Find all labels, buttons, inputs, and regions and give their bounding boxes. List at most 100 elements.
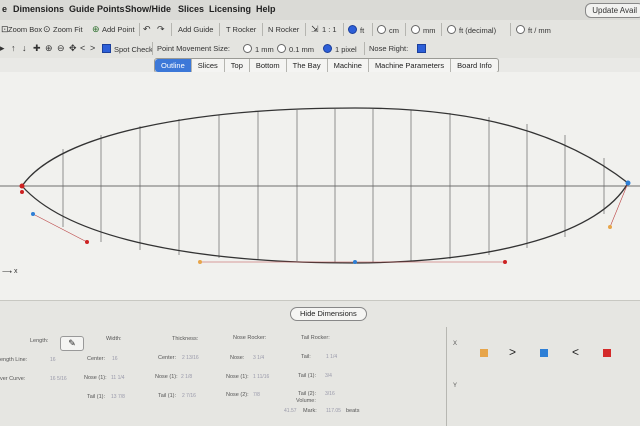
outline-canvas[interactable]: ⟶ x (0, 72, 640, 300)
move-1px-radio[interactable]: 1 pixel (323, 44, 357, 54)
nose-right-checkbox[interactable] (417, 44, 429, 54)
length-value: 16 (50, 357, 56, 363)
next-point-icon[interactable]: > (509, 345, 516, 359)
point-movement-label: Point Movement Size: (157, 44, 230, 53)
tab-board-info[interactable]: Board Info (451, 59, 498, 72)
zoom-out-icon[interactable]: ⊖ (57, 43, 65, 54)
nose-rocker-nose2-label: Nose (2): (226, 392, 249, 398)
nose-right-label: Nose Right: (369, 44, 409, 53)
add-point-icon[interactable]: ⊕ (92, 24, 100, 35)
red-point-swatch[interactable] (603, 349, 611, 357)
spot-check-toggle[interactable]: Spot Check (102, 44, 153, 54)
move-01mm-label: 0.1 mm (289, 45, 315, 54)
zoom-box-button[interactable]: Zoom Box (8, 25, 42, 34)
menu-help[interactable]: Help (256, 4, 276, 14)
menu-dimensions[interactable]: Dimensions (13, 4, 64, 14)
unit-mm-radio[interactable]: mm (411, 25, 436, 35)
tab-top[interactable]: Top (225, 59, 250, 72)
radio-selected-icon (348, 25, 357, 34)
pencil-icon[interactable]: ✎ (60, 336, 84, 351)
t-rocker-button[interactable]: T Rocker (226, 25, 256, 34)
radio-icon (243, 44, 252, 53)
arrow-right-icon[interactable]: ▸ (0, 43, 5, 54)
tab-the-bay[interactable]: The Bay (287, 59, 328, 72)
app-screen: e Dimensions Guide Points Show/Hide Slic… (0, 0, 640, 426)
guide-point[interactable] (608, 225, 612, 229)
nose-rocker-label: Nose Rocker: (233, 335, 267, 341)
unit-ft-radio[interactable]: ft (348, 25, 364, 35)
slice-lines (62, 109, 605, 262)
control-point[interactable] (353, 260, 357, 264)
thickness-center-label: Center: (158, 355, 177, 361)
unit-ft-mm-label: ft / mm (528, 26, 551, 35)
tab-machine[interactable]: Machine (328, 59, 369, 72)
width-nose1-value: 11 1/4 (111, 375, 125, 381)
zoom-fit-icon[interactable]: ⊙ (43, 24, 51, 35)
blue-point-swatch[interactable] (540, 349, 548, 357)
volume-label: Volume: (296, 398, 316, 404)
scale-icon: ⇲ (311, 24, 319, 34)
menu-licensing[interactable]: Licensing (209, 4, 251, 14)
hide-dimensions-button[interactable]: Hide Dimensions (290, 307, 367, 321)
toolbar-divider (262, 23, 263, 36)
tab-bottom[interactable]: Bottom (250, 59, 287, 72)
nose-control-point[interactable] (19, 183, 25, 189)
tab-machine-parameters[interactable]: Machine Parameters (369, 59, 452, 72)
add-guide-button[interactable]: Add Guide (178, 25, 213, 34)
menu-bar: e Dimensions Guide Points Show/Hide Slic… (0, 0, 640, 21)
thickness-center-value: 2 13/16 (182, 355, 199, 361)
tab-slices[interactable]: Slices (192, 59, 225, 72)
arrow-up-icon[interactable]: ↑ (11, 43, 16, 53)
radio-selected-icon (323, 44, 332, 53)
tab-outline[interactable]: Outline (155, 59, 192, 72)
menu-guide-points[interactable]: Guide Points (69, 4, 125, 14)
checkbox-checked-icon (102, 44, 111, 53)
view-tabs: Outline Slices Top Bottom The Bay Machin… (154, 58, 499, 73)
zoom-fit-button[interactable]: Zoom Fit (53, 25, 83, 34)
nose-rocker-nose2-value: 7/8 (253, 392, 260, 398)
tail-control-point[interactable] (625, 180, 631, 186)
tail-rocker-tail2-label: Tail (2): (298, 391, 317, 397)
nose-rocker-nose-value: 3 1/4 (253, 355, 265, 361)
update-available-button[interactable]: Update Avail (585, 3, 640, 18)
control-point[interactable] (20, 190, 24, 194)
y-coordinate-label: Y (453, 383, 458, 389)
toolbar-divider (171, 23, 172, 36)
toolbar-divider (441, 23, 442, 36)
chevron-left-icon[interactable]: < (80, 43, 85, 53)
menu-show-hide[interactable]: Show/Hide (125, 4, 171, 14)
menu-edit[interactable]: e (2, 4, 7, 14)
n-rocker-button[interactable]: N Rocker (268, 25, 299, 34)
move-icon[interactable]: ✚ (33, 43, 41, 54)
board-outline[interactable] (21, 107, 629, 264)
move-01mm-radio[interactable]: 0.1 mm (277, 44, 314, 54)
menu-slices[interactable]: Slices (178, 4, 204, 14)
guide-point[interactable] (198, 260, 202, 264)
over-curve-value: 16 5/16 (50, 376, 67, 382)
radio-icon (516, 25, 525, 34)
previous-point-icon[interactable]: < (572, 345, 579, 359)
toolbar-divider (305, 23, 306, 36)
orange-point-swatch[interactable] (480, 349, 488, 357)
unit-cm-radio[interactable]: cm (377, 25, 399, 35)
radio-icon (411, 25, 420, 34)
guide-point[interactable] (85, 240, 89, 244)
zoom-in-icon[interactable]: ⊕ (45, 43, 53, 54)
undo-icon[interactable]: ↶ (143, 24, 151, 35)
add-point-button[interactable]: Add Point (102, 25, 135, 34)
volume-value: 41.57 (284, 408, 297, 414)
unit-ft-decimal-radio[interactable]: ft (decimal) (447, 25, 496, 35)
move-1mm-radio[interactable]: 1 mm (243, 44, 274, 54)
guide-point[interactable] (503, 260, 507, 264)
unit-ft-mm-radio[interactable]: ft / mm (516, 25, 551, 35)
nose-rocker-nose1-value: 1 11/16 (253, 374, 270, 380)
chevron-right-icon[interactable]: > (90, 43, 95, 53)
arrow-down-icon[interactable]: ↓ (22, 43, 27, 53)
redo-icon[interactable]: ↷ (157, 24, 165, 35)
length-label: Length: (30, 338, 49, 344)
tail-rocker-label: Tail Rocker: (301, 335, 330, 341)
control-point[interactable] (31, 212, 35, 216)
checkbox-checked-icon (417, 44, 426, 53)
toolbar-divider (219, 23, 220, 36)
pan-icon[interactable]: ✥ (69, 43, 77, 54)
